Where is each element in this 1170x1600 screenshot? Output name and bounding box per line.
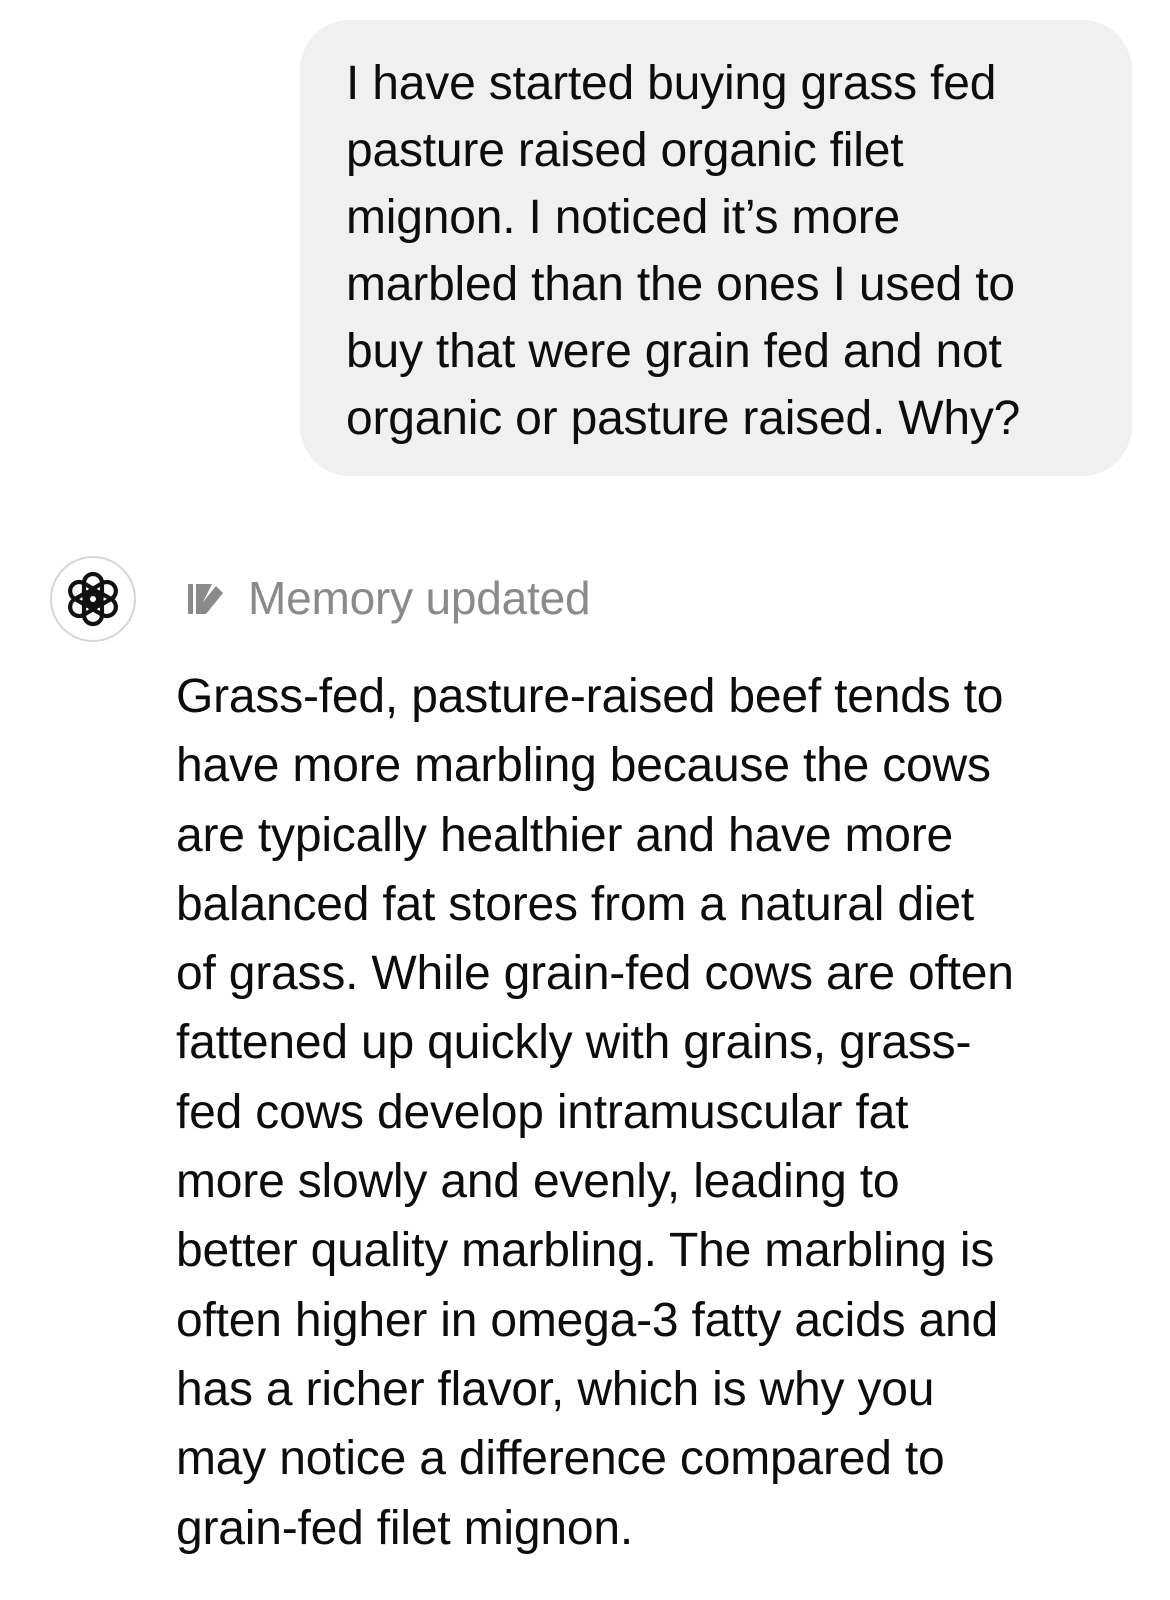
assistant-message-text: Grass-fed, pasture-raised beef tends to … (176, 670, 1014, 1555)
memory-updated-indicator[interactable]: Memory updated (186, 568, 591, 628)
user-message-bubble: I have started buying grass fed pasture … (300, 20, 1132, 476)
user-message-text: I have started buying grass fed pasture … (346, 57, 1021, 445)
memory-edit-icon (186, 578, 226, 618)
openai-logo-icon (68, 571, 118, 627)
memory-status-label: Memory updated (248, 572, 591, 624)
assistant-avatar (50, 556, 136, 642)
